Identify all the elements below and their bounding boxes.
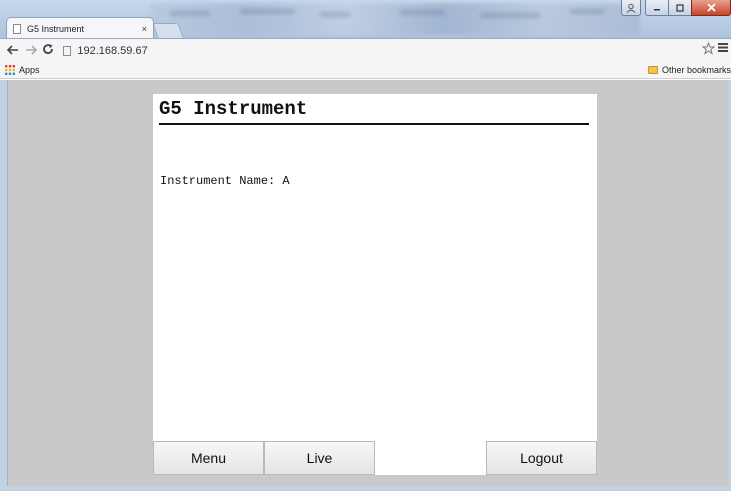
back-arrow-icon[interactable] — [4, 43, 22, 58]
minimize-icon[interactable] — [645, 0, 669, 16]
browser-toolbar: 192.168.59.67 — [0, 38, 731, 62]
star-icon[interactable] — [701, 41, 716, 58]
instrument-name-field: Instrument Name: A — [160, 174, 290, 188]
other-bookmarks[interactable]: Other bookmarks — [647, 65, 731, 75]
page-icon — [63, 45, 72, 56]
maximize-icon[interactable] — [668, 0, 692, 16]
tab-g5-instrument[interactable]: G5 Instrument × — [6, 17, 154, 38]
live-button[interactable]: Live — [264, 441, 375, 475]
window-controls — [621, 0, 731, 16]
tab-close-icon[interactable]: × — [142, 24, 147, 34]
blurred-background-strip — [150, 3, 640, 35]
button-row: Menu Live Logout — [153, 441, 597, 475]
hamburger-menu-icon[interactable] — [717, 40, 729, 56]
address-bar[interactable]: 192.168.59.67 — [63, 42, 731, 60]
new-tab-button[interactable] — [152, 23, 184, 38]
instrument-name-label: Instrument Name: — [160, 174, 283, 188]
page-title: G5 Instrument — [159, 98, 589, 125]
apps-grid-icon — [5, 65, 19, 75]
forward-arrow-icon[interactable] — [22, 43, 40, 58]
folder-icon — [647, 66, 658, 74]
window-close-icon[interactable] — [691, 0, 731, 16]
menu-button[interactable]: Menu — [153, 441, 264, 475]
instrument-panel: G5 Instrument Instrument Name: A Menu Li… — [153, 94, 597, 475]
url-text: 192.168.59.67 — [77, 44, 148, 57]
apps-shortcut[interactable]: Apps — [5, 65, 40, 75]
apps-label: Apps — [19, 65, 40, 75]
window-frame-left — [0, 80, 8, 491]
window-titlebar: G5 Instrument × — [0, 0, 731, 38]
user-profile-icon[interactable] — [621, 0, 641, 16]
page-icon — [13, 23, 21, 34]
reload-icon[interactable] — [40, 43, 58, 58]
bookmarks-bar: Apps Other bookmarks — [0, 62, 731, 79]
other-bookmarks-label: Other bookmarks — [661, 65, 731, 75]
logout-button[interactable]: Logout — [486, 441, 597, 475]
window-frame-bottom — [0, 486, 731, 491]
instrument-name-value: A — [282, 174, 290, 188]
tab-title: G5 Instrument — [27, 23, 85, 34]
